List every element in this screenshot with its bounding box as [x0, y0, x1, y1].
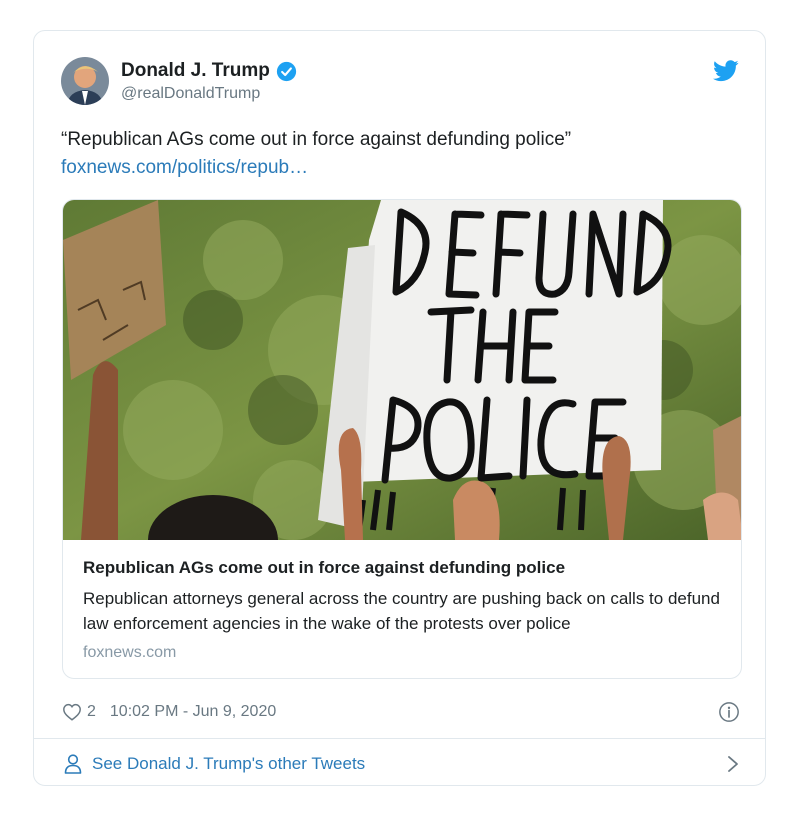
- tweet-text-block: “Republican AGs come out in force agains…: [61, 126, 739, 182]
- person-icon: [64, 754, 82, 774]
- embedded-tweet-card[interactable]: Donald J. Trump @realDonaldTrump “Republ…: [33, 30, 766, 786]
- verified-badge-icon: [276, 61, 296, 81]
- author-handle[interactable]: @realDonaldTrump: [121, 85, 297, 103]
- heart-icon[interactable]: [62, 703, 82, 721]
- avatar[interactable]: [61, 57, 109, 105]
- like-count: 2: [87, 703, 96, 720]
- author-name-row: Donald J. Trump: [121, 59, 297, 83]
- link-card-description: Republican attorneys general across the …: [83, 589, 720, 633]
- tweet-timestamp[interactable]: 10:02 PM - Jun 9, 2020: [110, 703, 276, 721]
- link-card-body: Republican AGs come out in force against…: [83, 556, 723, 662]
- protest-sign-image: [63, 200, 741, 540]
- footer-divider: [34, 738, 765, 739]
- see-other-tweets-link[interactable]: See Donald J. Trump's other Tweets: [64, 751, 739, 777]
- tweet-meta-row: 2 10:02 PM - Jun 9, 2020: [62, 701, 740, 723]
- tweet-text: “Republican AGs come out in force agains…: [61, 129, 572, 150]
- link-preview-card[interactable]: Republican AGs come out in force against…: [62, 199, 742, 679]
- chevron-right-icon: [728, 756, 738, 772]
- author-block: Donald J. Trump @realDonaldTrump: [121, 59, 297, 103]
- see-other-tweets-label: See Donald J. Trump's other Tweets: [92, 754, 366, 773]
- link-card-domain: foxnews.com: [83, 644, 177, 661]
- link-card-title[interactable]: Republican AGs come out in force against…: [83, 556, 723, 580]
- info-icon[interactable]: [718, 701, 740, 723]
- author-name[interactable]: Donald J. Trump: [121, 60, 270, 82]
- twitter-bird-icon[interactable]: [713, 60, 739, 82]
- tweet-link[interactable]: foxnews.com/politics/repub…: [61, 154, 739, 182]
- tweet-header: Donald J. Trump @realDonaldTrump: [61, 56, 739, 108]
